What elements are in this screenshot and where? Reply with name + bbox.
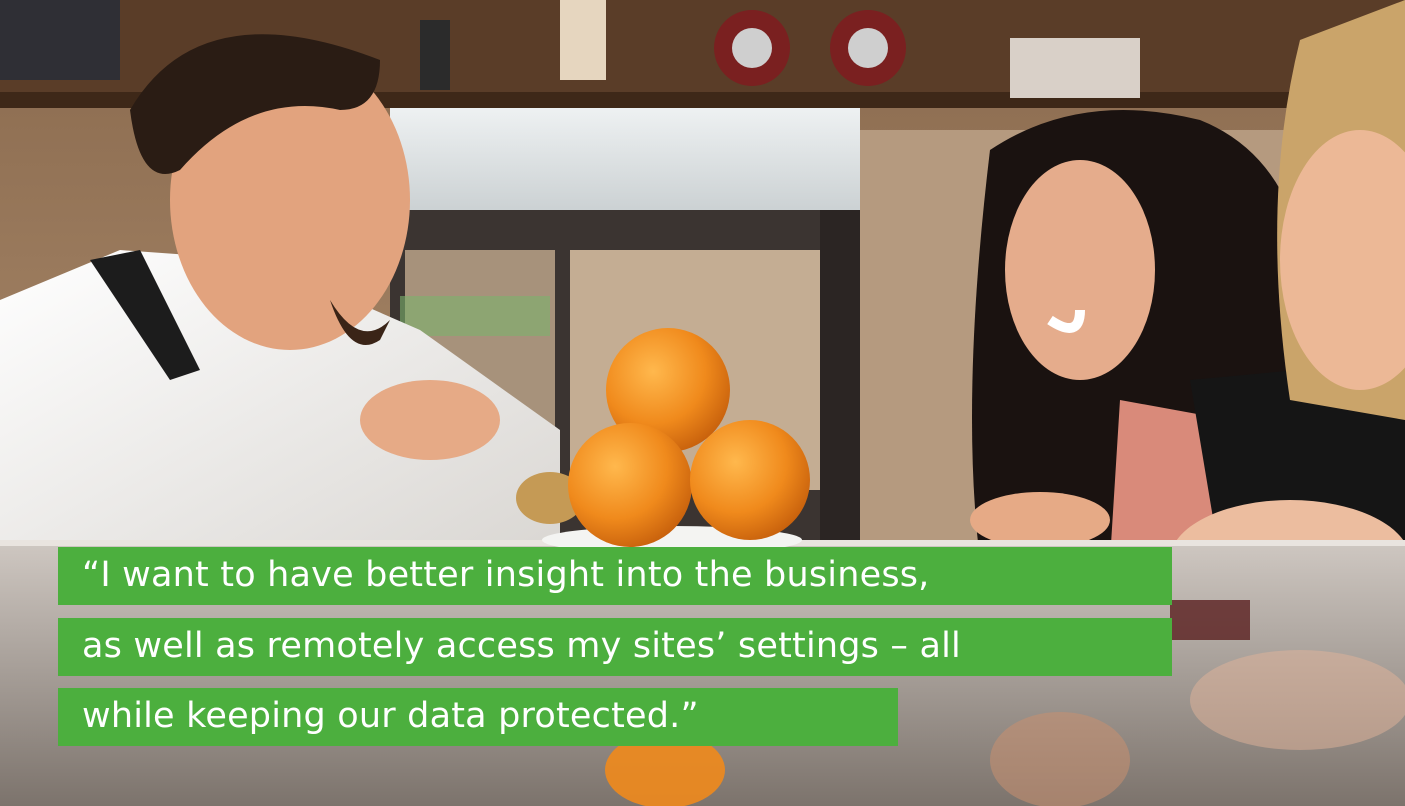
cafe-photo: [0, 0, 1405, 806]
quote-line-3: while keeping our data protected.”: [58, 688, 898, 746]
hero-image: “I want to have better insight into the …: [0, 0, 1405, 806]
quote-line-1: “I want to have better insight into the …: [58, 547, 1172, 605]
quote-line-2: as well as remotely access my sites’ set…: [58, 618, 1172, 676]
